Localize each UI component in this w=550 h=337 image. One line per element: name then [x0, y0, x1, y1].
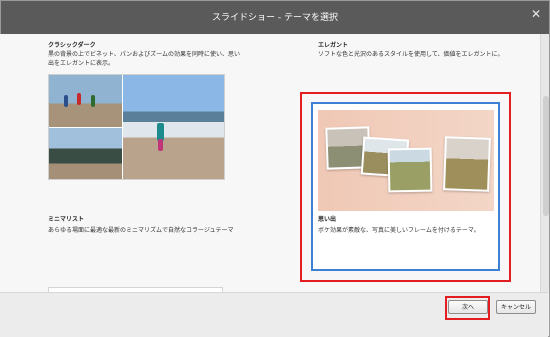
frame-photo-portrait: [443, 136, 491, 192]
girl-legs: [158, 139, 163, 151]
frame-photo-walk: [387, 147, 433, 193]
next-button[interactable]: 次へ: [448, 300, 488, 314]
person-figure: [91, 95, 95, 107]
close-icon[interactable]: ✕: [529, 7, 543, 21]
girl-at-shore-photo: [123, 75, 224, 179]
theme-name-memories: 思い出: [318, 216, 337, 223]
cancel-button[interactable]: キャンセル: [496, 300, 536, 314]
coastline-photo: [49, 128, 122, 179]
window-title: スライドショー - テーマを選択: [212, 13, 338, 23]
theme-name-classic-dark: クラシックダーク: [48, 42, 96, 49]
theme-thumbnail-memories: [318, 110, 494, 211]
theme-desc-minimalist: あらゆる場面に最適な最新のミニマリズムで自然なコラージュテーマ: [48, 227, 234, 234]
theme-name-elegant: エレガント: [318, 42, 349, 49]
title-bar: スライドショー - テーマを選択 ✕: [1, 1, 549, 36]
person-figure: [64, 95, 68, 107]
beach-photo-people: [49, 75, 122, 127]
scrollbar-thumb[interactable]: [543, 96, 549, 216]
theme-thumbnail-minimalist[interactable]: [48, 74, 225, 180]
theme-desc-classic-dark-line2: 出をエレガントに表示。: [48, 60, 115, 67]
theme-desc-elegant: ソフトな色と光沢のあるスタイルを使用して、価値をエレガントに。: [318, 51, 504, 58]
theme-desc-memories: ボケ効果が素敵な、写真に美しいフレームを付けるテーマ。: [318, 227, 480, 234]
theme-desc-classic-dark-line1: 黒の背景の上でビネット、パンおよびズームの効果を同時に使い、思い: [48, 51, 241, 58]
person-figure: [77, 93, 81, 105]
theme-name-minimalist: ミニマリスト: [48, 216, 85, 223]
